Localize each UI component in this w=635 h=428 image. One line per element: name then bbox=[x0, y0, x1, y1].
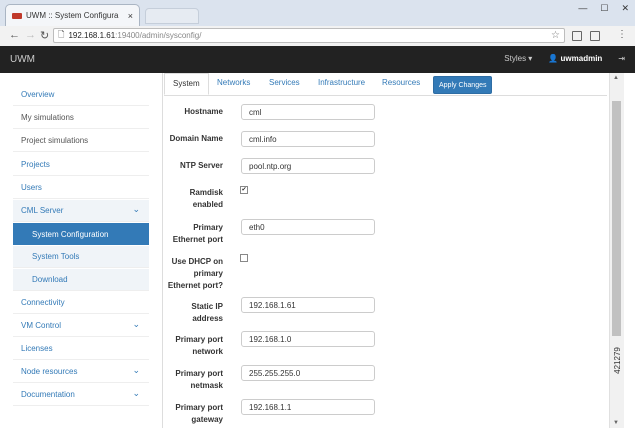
page-info-icon[interactable]: 🗋 bbox=[58, 29, 64, 43]
scroll-down-icon[interactable]: ▼ bbox=[613, 420, 619, 426]
sidebar-item-label: CML Server bbox=[21, 206, 64, 215]
ntp-server-input[interactable]: pool.ntp.org bbox=[241, 158, 375, 174]
close-window-icon[interactable]: ✕ bbox=[621, 3, 629, 14]
tab-resources[interactable]: Resources bbox=[382, 78, 420, 87]
primary-port-gateway-input[interactable]: 192.168.1.1 bbox=[241, 399, 375, 415]
ramdisk-checkbox[interactable]: ✔ bbox=[240, 186, 248, 194]
primary-port-network-label: Primary port network bbox=[175, 335, 223, 356]
bookmark-star-icon[interactable]: ☆ bbox=[551, 30, 560, 41]
sidebar-item-licenses[interactable]: Licenses bbox=[13, 338, 149, 360]
minimize-icon[interactable]: — bbox=[578, 3, 587, 14]
address-toolbar: ← → ↻ 🗋 192.168.1.61:19400/admin/sysconf… bbox=[0, 26, 635, 47]
window-controls: — ☐ ✕ bbox=[578, 3, 629, 14]
primary-port-netmask-label: Primary port netmask bbox=[175, 369, 223, 390]
scrollbar-thumb[interactable] bbox=[612, 101, 621, 336]
domain-name-input[interactable]: cml.info bbox=[241, 131, 375, 147]
chevron-down-icon: ⌄ bbox=[132, 365, 140, 375]
logout-icon[interactable]: ⇥ bbox=[618, 54, 625, 63]
primary-port-netmask-input[interactable]: 255.255.255.0 bbox=[241, 365, 375, 381]
back-arrow-icon[interactable]: ← bbox=[9, 29, 20, 41]
forward-arrow-icon[interactable]: → bbox=[25, 29, 36, 41]
extension-icon[interactable] bbox=[590, 31, 600, 41]
primary-ethernet-label: Primary Ethernet port bbox=[172, 223, 223, 244]
maximize-icon[interactable]: ☐ bbox=[600, 3, 608, 14]
sidebar-item-users[interactable]: Users bbox=[13, 177, 149, 199]
styles-menu[interactable]: Styles ▾ bbox=[504, 54, 532, 63]
apply-changes-button[interactable]: Apply Changes bbox=[433, 76, 493, 94]
tab-networks[interactable]: Networks bbox=[217, 78, 250, 87]
sidebar-item-system-tools[interactable]: System Tools bbox=[13, 246, 149, 268]
url-path: :19400/admin/sysconfig/ bbox=[115, 31, 202, 40]
sidebar-item-label: Documentation bbox=[21, 390, 75, 399]
sidebar-item-download[interactable]: Download bbox=[13, 269, 149, 291]
cisco-favicon-icon bbox=[12, 12, 22, 19]
chevron-down-icon: ⌄ bbox=[132, 319, 140, 329]
new-tab-button[interactable] bbox=[145, 8, 199, 24]
sidebar-item-label: Node resources bbox=[21, 367, 78, 376]
tab-infrastructure[interactable]: Infrastructure bbox=[318, 78, 365, 87]
domain-name-label: Domain Name bbox=[169, 134, 223, 143]
hostname-input[interactable]: cml bbox=[241, 104, 375, 120]
sidebar-item-system-configuration[interactable]: System Configuration bbox=[13, 223, 149, 245]
static-ip-input[interactable]: 192.168.1.61 bbox=[241, 297, 375, 313]
config-tabs: System Networks Services Infrastructure … bbox=[164, 73, 607, 96]
app-navbar: UWM Styles ▾ 👤 uwmadmin ⇥ bbox=[0, 46, 635, 73]
url-input[interactable]: 🗋 192.168.1.61:19400/admin/sysconfig/ ☆ bbox=[53, 28, 565, 43]
chevron-down-icon: ⌄ bbox=[132, 388, 140, 398]
sidebar-item-label: VM Control bbox=[21, 321, 62, 330]
browser-menu-icon[interactable]: ⋮ bbox=[617, 29, 627, 40]
sidebar-item-my-simulations[interactable]: My simulations bbox=[13, 107, 149, 129]
tab-services[interactable]: Services bbox=[269, 78, 300, 87]
app-brand[interactable]: UWM bbox=[10, 54, 35, 65]
browser-titlebar: UWM :: System Configura × — ☐ ✕ bbox=[0, 0, 635, 27]
reload-icon[interactable]: ↻ bbox=[40, 29, 49, 42]
page-scrollbar[interactable]: ▲ ▼ bbox=[609, 73, 624, 428]
sidebar-item-project-simulations[interactable]: Project simulations bbox=[13, 130, 149, 152]
sidebar-item-cml-server[interactable]: CML Server ⌄ bbox=[13, 200, 149, 222]
hostname-label: Hostname bbox=[184, 107, 223, 116]
static-ip-label: Static IP address bbox=[191, 302, 223, 323]
system-config-form: Hostname cml Domain Name cml.info NTP Se… bbox=[164, 96, 607, 428]
user-menu[interactable]: 👤 uwmadmin bbox=[548, 54, 602, 63]
sidebar-item-overview[interactable]: Overview bbox=[13, 84, 149, 106]
tab-system[interactable]: System bbox=[164, 73, 209, 95]
extension-icon[interactable] bbox=[572, 31, 582, 41]
sidebar-item-projects[interactable]: Projects bbox=[13, 154, 149, 176]
primary-port-network-input[interactable]: 192.168.1.0 bbox=[241, 331, 375, 347]
ramdisk-label: Ramdisk enabled bbox=[189, 188, 223, 209]
figure-id-text: 421279 bbox=[612, 347, 622, 374]
sidebar-item-connectivity[interactable]: Connectivity bbox=[13, 292, 149, 314]
ntp-server-label: NTP Server bbox=[180, 161, 223, 170]
url-host: 192.168.1.61 bbox=[68, 31, 116, 40]
figure-id: 421279 bbox=[613, 300, 634, 428]
username: uwmadmin bbox=[560, 54, 603, 63]
use-dhcp-label: Use DHCP on primary Ethernet port? bbox=[167, 257, 223, 290]
chevron-down-icon: ⌄ bbox=[132, 204, 140, 214]
sidebar-item-documentation[interactable]: Documentation ⌄ bbox=[13, 384, 149, 406]
user-icon: 👤 bbox=[548, 54, 561, 63]
sidebar-item-node-resources[interactable]: Node resources ⌄ bbox=[13, 361, 149, 383]
browser-tab[interactable]: UWM :: System Configura × bbox=[5, 4, 140, 26]
sidebar-item-vm-control[interactable]: VM Control ⌄ bbox=[13, 315, 149, 337]
tab-title: UWM :: System Configura bbox=[26, 11, 119, 20]
use-dhcp-checkbox[interactable] bbox=[240, 254, 248, 262]
scroll-up-icon[interactable]: ▲ bbox=[613, 75, 619, 81]
primary-port-gateway-label: Primary port gateway bbox=[175, 403, 223, 424]
sidebar: Overview My simulations Project simulati… bbox=[0, 73, 163, 428]
tab-close-icon[interactable]: × bbox=[128, 11, 133, 21]
primary-ethernet-input[interactable]: eth0 bbox=[241, 219, 375, 235]
